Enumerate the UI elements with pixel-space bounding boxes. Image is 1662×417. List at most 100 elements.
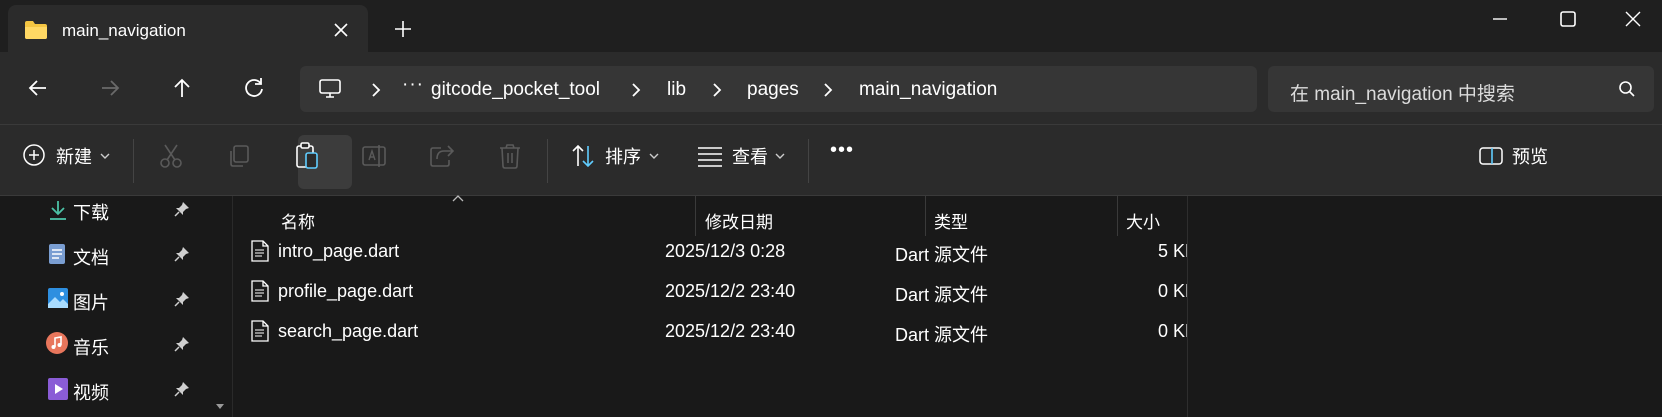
- navigation-pane: 下载 文档 图片 音乐 视频: [0, 196, 233, 417]
- preview-pane-icon[interactable]: [1478, 145, 1504, 167]
- title-bar: main_navigation: [0, 0, 1662, 52]
- back-arrow-icon[interactable]: [24, 74, 52, 102]
- search-input[interactable]: 在 main_navigation 中搜索: [1290, 79, 1515, 106]
- sidebar-item-label: 视频: [73, 383, 109, 403]
- table-row[interactable]: profile_page.dart 2025/12/2 23:40 Dart 源…: [233, 272, 1662, 312]
- video-icon: [48, 378, 68, 400]
- minimize-icon[interactable]: [1487, 6, 1513, 32]
- tab-main-navigation[interactable]: main_navigation: [8, 5, 368, 52]
- file-name: search_page.dart: [278, 321, 419, 341]
- sort-button[interactable]: 排序: [605, 143, 641, 169]
- pin-icon[interactable]: [174, 246, 190, 262]
- column-header-size[interactable]: 大小: [1126, 208, 1160, 233]
- column-divider[interactable]: [1117, 196, 1118, 236]
- size-cell: 5 KB: [1113, 232, 1187, 272]
- size-cell: 0 KB: [1113, 312, 1187, 352]
- view-button[interactable]: 查看: [732, 143, 768, 169]
- sidebar-item-label: 图片: [73, 293, 109, 313]
- divider: [133, 139, 134, 183]
- file-type: Dart 源文件: [895, 245, 989, 265]
- column-divider[interactable]: [695, 196, 696, 236]
- plus-circle-icon: [22, 143, 46, 167]
- breadcrumb-main-navigation[interactable]: main_navigation: [859, 79, 997, 101]
- breadcrumb-ellipsis[interactable]: ···: [402, 74, 424, 96]
- share-icon[interactable]: [428, 142, 456, 170]
- chevron-down-icon[interactable]: [99, 151, 111, 161]
- file-type: Dart 源文件: [895, 285, 989, 305]
- music-icon: [46, 332, 68, 354]
- chevron-down-icon[interactable]: [648, 151, 660, 161]
- preview-button[interactable]: 预览: [1512, 143, 1548, 169]
- chevron-right-icon[interactable]: [628, 81, 644, 99]
- pin-icon[interactable]: [174, 201, 190, 217]
- pane-divider[interactable]: [1187, 196, 1188, 417]
- file-size: 0 KB: [1158, 281, 1187, 301]
- file-icon: [251, 280, 269, 302]
- sort-ascending-icon: [451, 194, 465, 202]
- file-name: profile_page.dart: [278, 281, 414, 301]
- chevron-down-icon[interactable]: [774, 151, 786, 161]
- file-modified: 2025/12/3 0:28: [665, 241, 786, 261]
- address-bar[interactable]: ··· gitcode_pocket_tool lib pages main_n…: [300, 66, 1257, 112]
- document-icon: [48, 243, 66, 265]
- breadcrumb-gitcode-pocket-tool[interactable]: gitcode_pocket_tool: [431, 79, 600, 101]
- cut-icon[interactable]: [158, 142, 184, 170]
- close-tab-icon[interactable]: [330, 19, 352, 41]
- file-modified: 2025/12/2 23:40: [665, 321, 796, 341]
- sidebar-item-music[interactable]: 音乐: [46, 331, 208, 361]
- computer-icon[interactable]: [318, 78, 342, 100]
- folder-icon: [24, 20, 48, 40]
- file-list: 名称 修改日期 类型 大小 intro_page.dart 2025/12/3 …: [233, 194, 1662, 417]
- file-size: 0 KB: [1158, 321, 1187, 341]
- up-arrow-icon[interactable]: [168, 74, 196, 102]
- download-icon: [48, 199, 68, 221]
- view-list-icon[interactable]: [697, 145, 723, 167]
- maximize-icon[interactable]: [1555, 6, 1581, 32]
- file-icon: [251, 320, 269, 342]
- paste-icon[interactable]: [292, 141, 322, 171]
- divider: [808, 139, 809, 183]
- divider: [547, 139, 548, 183]
- sidebar-item-label: 文档: [73, 248, 109, 268]
- chevron-right-icon[interactable]: [368, 81, 384, 99]
- new-button[interactable]: 新建: [56, 143, 92, 169]
- more-options-button[interactable]: •••: [830, 139, 854, 162]
- table-row[interactable]: search_page.dart 2025/12/2 23:40 Dart 源文…: [233, 312, 1662, 352]
- sidebar-item-videos[interactable]: 视频: [48, 376, 208, 406]
- pin-icon[interactable]: [174, 336, 190, 352]
- forward-arrow-icon[interactable]: [96, 74, 124, 102]
- sidebar-item-pictures[interactable]: 图片: [48, 286, 208, 316]
- column-header-name[interactable]: 名称: [281, 208, 315, 233]
- scroll-down-arrow-icon[interactable]: [216, 404, 224, 409]
- chevron-right-icon[interactable]: [709, 81, 725, 99]
- new-tab-icon[interactable]: [392, 18, 414, 40]
- sidebar-item-documents[interactable]: 文档: [48, 241, 208, 271]
- search-box[interactable]: 在 main_navigation 中搜索: [1268, 66, 1654, 112]
- size-cell: 0 KB: [1113, 272, 1187, 312]
- copy-icon[interactable]: [226, 143, 252, 169]
- sidebar-item-downloads[interactable]: 下载: [48, 196, 208, 226]
- file-name: intro_page.dart: [278, 241, 400, 261]
- column-header-type[interactable]: 类型: [934, 208, 968, 233]
- breadcrumb-pages[interactable]: pages: [747, 79, 799, 101]
- delete-icon[interactable]: [497, 142, 523, 170]
- close-window-icon[interactable]: [1620, 6, 1646, 32]
- refresh-icon[interactable]: [240, 74, 268, 102]
- sort-icon[interactable]: [570, 143, 596, 169]
- sidebar-item-label: 下载: [73, 203, 109, 223]
- navigation-bar: ··· gitcode_pocket_tool lib pages main_n…: [0, 52, 1662, 124]
- column-header-modified[interactable]: 修改日期: [705, 208, 773, 233]
- breadcrumb-lib[interactable]: lib: [667, 79, 686, 101]
- pin-icon[interactable]: [174, 291, 190, 307]
- table-row[interactable]: intro_page.dart 2025/12/3 0:28 Dart 源文件 …: [233, 232, 1662, 272]
- rename-icon[interactable]: [360, 142, 388, 170]
- pictures-icon: [48, 288, 68, 308]
- column-divider[interactable]: [925, 196, 926, 236]
- search-icon[interactable]: [1618, 80, 1636, 98]
- chevron-right-icon[interactable]: [820, 81, 836, 99]
- file-modified: 2025/12/2 23:40: [665, 281, 796, 301]
- file-size: 5 KB: [1158, 241, 1187, 261]
- command-bar: 新建 排序 查看 ••• 预览: [0, 124, 1662, 196]
- sidebar-item-label: 音乐: [73, 338, 109, 358]
- pin-icon[interactable]: [174, 381, 190, 397]
